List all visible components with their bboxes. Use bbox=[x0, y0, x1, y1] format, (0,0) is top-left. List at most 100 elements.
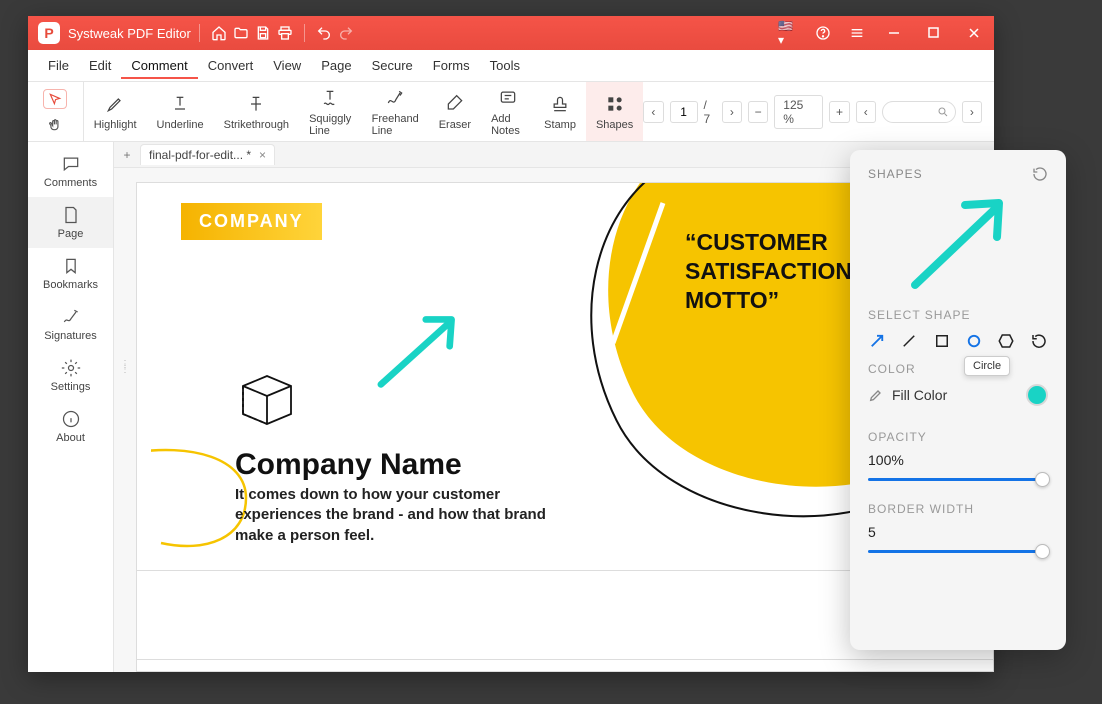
pointer-tool-icon[interactable] bbox=[43, 89, 67, 109]
sidebar-item-label: Page bbox=[58, 228, 84, 240]
sidebar-item-page[interactable]: Page bbox=[28, 197, 113, 248]
hamburger-icon[interactable] bbox=[846, 22, 868, 44]
shape-tooltip: Circle bbox=[964, 356, 1010, 376]
menu-convert[interactable]: Convert bbox=[198, 52, 264, 79]
pointer-tool-group bbox=[28, 82, 84, 141]
tool-label: Underline bbox=[157, 119, 204, 131]
tool-label: Stamp bbox=[544, 119, 576, 131]
window-minimize-button[interactable] bbox=[880, 19, 908, 47]
new-tab-button[interactable]: + bbox=[114, 148, 140, 162]
shape-circle-button[interactable] bbox=[965, 330, 983, 352]
sidebar-item-about[interactable]: About bbox=[28, 401, 113, 452]
window-maximize-button[interactable] bbox=[920, 19, 948, 47]
menu-file[interactable]: File bbox=[38, 52, 79, 79]
hand-tool-icon[interactable] bbox=[43, 115, 67, 135]
tool-label: Highlight bbox=[94, 119, 137, 131]
settings-icon bbox=[61, 358, 81, 378]
company-name-heading: Company Name bbox=[235, 448, 462, 482]
menu-secure[interactable]: Secure bbox=[362, 52, 423, 79]
tool-label: Freehand Line bbox=[372, 113, 419, 137]
tool-freehand[interactable]: Freehand Line bbox=[362, 82, 429, 141]
sidebar-item-bookmarks[interactable]: Bookmarks bbox=[28, 248, 113, 299]
find-prev-button[interactable]: ‹ bbox=[856, 101, 876, 123]
document-tab[interactable]: final-pdf-for-edit... * × bbox=[140, 144, 275, 165]
page-current-input[interactable] bbox=[670, 101, 698, 123]
shape-rotate-button[interactable] bbox=[1030, 330, 1048, 352]
opacity-value: 100% bbox=[868, 452, 1048, 468]
titlebar: P Systweak PDF Editor 🇺🇸 ▾ bbox=[28, 16, 994, 50]
zoom-out-button[interactable]: − bbox=[748, 101, 768, 123]
sidebar-item-label: Signatures bbox=[44, 330, 97, 342]
shapes-panel: SHAPES SELECT SHAPE Circle COLOR Fill Co… bbox=[850, 150, 1066, 650]
help-icon[interactable] bbox=[812, 22, 834, 44]
freehand-icon bbox=[385, 87, 405, 109]
cube-icon bbox=[235, 368, 297, 430]
menu-forms[interactable]: Forms bbox=[423, 52, 480, 79]
opacity-slider[interactable] bbox=[868, 470, 1048, 488]
toolbar: Highlight Underline Strikethrough Squigg… bbox=[28, 82, 994, 142]
tool-label: Squiggly Line bbox=[309, 113, 352, 137]
stamp-icon bbox=[550, 93, 570, 115]
redo-icon[interactable] bbox=[335, 22, 357, 44]
shape-square-button[interactable] bbox=[933, 330, 951, 352]
menu-tools[interactable]: Tools bbox=[480, 52, 530, 79]
tool-eraser[interactable]: Eraser bbox=[429, 82, 481, 141]
tool-stamp[interactable]: Stamp bbox=[534, 82, 586, 141]
info-icon bbox=[61, 409, 81, 429]
home-icon[interactable] bbox=[208, 22, 230, 44]
window-close-button[interactable] bbox=[960, 19, 988, 47]
tab-close-icon[interactable]: × bbox=[259, 148, 266, 162]
page-total: / 7 bbox=[704, 98, 716, 126]
save-icon[interactable] bbox=[252, 22, 274, 44]
highlight-icon bbox=[105, 93, 125, 115]
opacity-label: OPACITY bbox=[868, 430, 1048, 444]
drawn-arrow-shape[interactable] bbox=[373, 308, 469, 394]
page-next-button[interactable]: › bbox=[722, 101, 742, 123]
menu-page[interactable]: Page bbox=[311, 52, 361, 79]
menu-view[interactable]: View bbox=[263, 52, 311, 79]
sidebar-item-label: Comments bbox=[44, 177, 97, 189]
sidebar-item-settings[interactable]: Settings bbox=[28, 350, 113, 401]
app-title: Systweak PDF Editor bbox=[68, 26, 191, 41]
shape-hexagon-button[interactable] bbox=[997, 330, 1015, 352]
sidebar-item-comments[interactable]: Comments bbox=[28, 146, 113, 197]
divider bbox=[199, 24, 200, 42]
search-input[interactable] bbox=[882, 101, 956, 123]
zoom-in-button[interactable]: + bbox=[829, 101, 849, 123]
page-nav: ‹ / 7 › − 125 % + ‹ › bbox=[643, 82, 994, 141]
fill-color-swatch[interactable] bbox=[1026, 384, 1048, 406]
page-icon bbox=[61, 205, 81, 225]
reset-icon[interactable] bbox=[1032, 166, 1048, 182]
sidebar-item-signatures[interactable]: Signatures bbox=[28, 299, 113, 350]
flag-icon[interactable]: 🇺🇸 ▾ bbox=[778, 22, 800, 44]
company-body-text: It comes down to how your customer exper… bbox=[235, 485, 585, 546]
tool-label: Strikethrough bbox=[224, 119, 289, 131]
undo-icon[interactable] bbox=[313, 22, 335, 44]
tool-squiggly[interactable]: Squiggly Line bbox=[299, 82, 362, 141]
zoom-display[interactable]: 125 % bbox=[774, 95, 823, 129]
open-folder-icon[interactable] bbox=[230, 22, 252, 44]
shape-line-button[interactable] bbox=[900, 330, 918, 352]
tool-underline[interactable]: Underline bbox=[147, 82, 214, 141]
tool-label: Add Notes bbox=[491, 113, 524, 137]
notes-icon bbox=[498, 87, 518, 109]
find-next-button[interactable]: › bbox=[962, 101, 982, 123]
tool-shapes[interactable]: Shapes bbox=[586, 82, 643, 141]
panel-grip-icon[interactable]: ⋮⋮ bbox=[120, 362, 128, 392]
sidebar: Comments Page Bookmarks Signatures Setti… bbox=[28, 142, 114, 672]
border-width-slider[interactable] bbox=[868, 542, 1048, 560]
shape-selector-row: Circle bbox=[868, 330, 1048, 352]
divider bbox=[304, 24, 305, 42]
tool-add-notes[interactable]: Add Notes bbox=[481, 82, 534, 141]
print-icon[interactable] bbox=[274, 22, 296, 44]
fill-color-row[interactable]: Fill Color bbox=[868, 384, 1048, 406]
menu-edit[interactable]: Edit bbox=[79, 52, 121, 79]
tool-strikethrough[interactable]: Strikethrough bbox=[214, 82, 299, 141]
sidebar-item-label: Bookmarks bbox=[43, 279, 98, 291]
tool-highlight[interactable]: Highlight bbox=[84, 82, 147, 141]
tool-label: Eraser bbox=[439, 119, 471, 131]
menu-comment[interactable]: Comment bbox=[121, 52, 197, 79]
page-prev-button[interactable]: ‹ bbox=[643, 101, 663, 123]
shapes-icon bbox=[605, 93, 625, 115]
shape-arrow-button[interactable] bbox=[868, 330, 886, 352]
